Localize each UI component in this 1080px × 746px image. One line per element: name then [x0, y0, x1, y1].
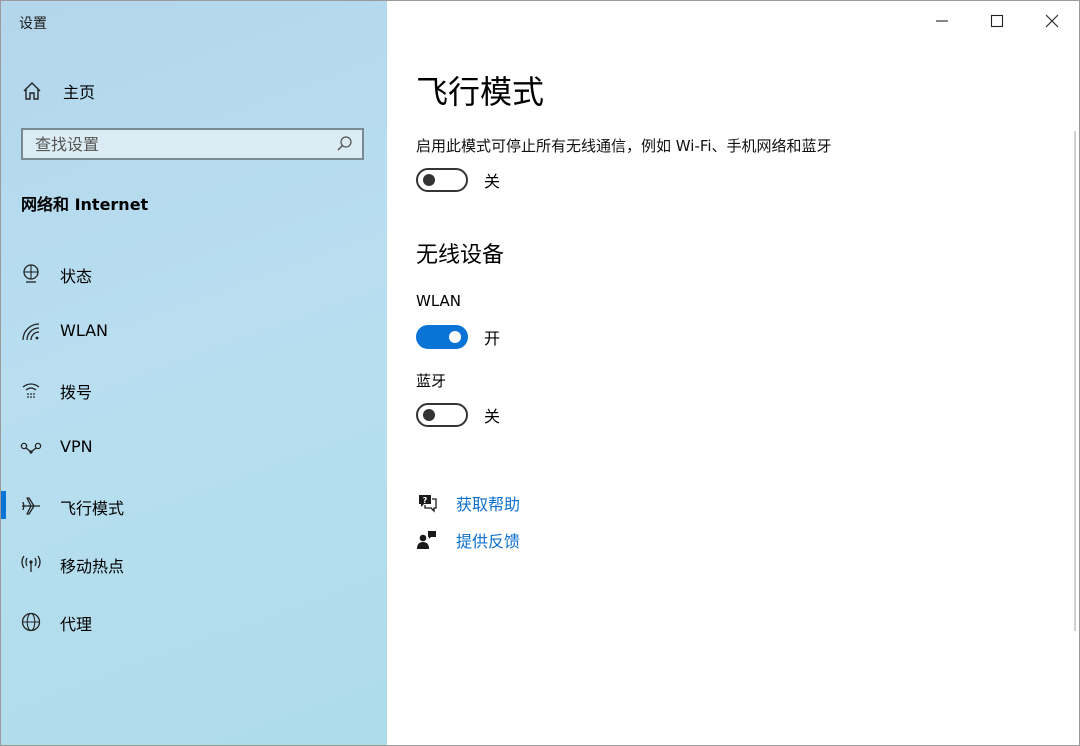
scrollbar[interactable] [1074, 131, 1076, 631]
wlan-label: WLAN [416, 292, 462, 310]
bluetooth-label: 蓝牙 [416, 372, 447, 390]
sidebar: 设置 主页 网络和 Internet 状态 [1, 1, 387, 745]
get-help-label: 获取帮助 [456, 495, 521, 514]
sidebar-item-proxy[interactable]: 代理 [1, 601, 387, 641]
settings-window: 设置 主页 网络和 Internet 状态 [0, 0, 1080, 746]
maximize-button[interactable] [977, 9, 1017, 33]
vpn-icon [20, 442, 42, 454]
bluetooth-toggle[interactable] [416, 403, 468, 427]
home-icon [23, 82, 41, 100]
wlan-toggle[interactable] [416, 325, 468, 349]
wifi-icon [22, 323, 40, 341]
page-title: 飞行模式 [416, 73, 545, 111]
airplane-icon [22, 497, 40, 515]
sidebar-item-wlan[interactable]: WLAN [1, 311, 387, 351]
help-chat-icon: ? [419, 495, 437, 513]
maximize-icon [990, 14, 1004, 28]
hotspot-icon [21, 555, 41, 572]
feedback-icon [417, 531, 436, 549]
airplane-mode-description: 启用此模式可停止所有无线通信，例如 Wi-Fi、手机网络和蓝牙 [416, 137, 832, 155]
wlan-toggle-row: 开 [416, 325, 500, 349]
main-content: 飞行模式 启用此模式可停止所有无线通信，例如 Wi-Fi、手机网络和蓝牙 关 无… [388, 1, 1079, 745]
sidebar-item-hotspot[interactable]: 移动热点 [1, 543, 387, 583]
airplane-mode-state: 关 [484, 172, 501, 191]
give-feedback-label: 提供反馈 [456, 532, 521, 551]
toggle-knob [449, 331, 461, 343]
close-icon [1045, 14, 1059, 28]
search-input[interactable] [23, 130, 345, 158]
section-title: 网络和 Internet [21, 195, 149, 214]
wlan-state: 开 [484, 329, 501, 348]
bluetooth-toggle-row: 关 [416, 403, 500, 427]
globe-icon [21, 612, 41, 632]
sidebar-item-dialup[interactable]: 拨号 [1, 369, 387, 409]
minimize-button[interactable] [922, 9, 962, 33]
sidebar-item-label: VPN [60, 437, 93, 456]
toggle-knob [423, 409, 435, 421]
airplane-mode-toggle-row: 关 [416, 168, 500, 192]
home-nav-item[interactable]: 主页 [21, 77, 95, 105]
sidebar-item-label: 状态 [60, 267, 93, 286]
dialup-icon [22, 383, 40, 398]
toggle-knob [423, 174, 435, 186]
search-box[interactable] [21, 128, 364, 160]
app-title: 设置 [19, 16, 47, 32]
home-label: 主页 [63, 83, 96, 102]
sidebar-item-label: 代理 [60, 615, 93, 634]
minimize-icon [936, 20, 948, 22]
sidebar-item-label: 移动热点 [60, 557, 125, 576]
sidebar-item-status[interactable]: 状态 [1, 253, 387, 293]
svg-text:?: ? [423, 496, 428, 505]
give-feedback-link[interactable]: 提供反馈 [416, 528, 520, 552]
bluetooth-state: 关 [484, 407, 501, 426]
active-indicator [1, 491, 6, 519]
sidebar-item-label: 飞行模式 [60, 499, 125, 518]
get-help-link[interactable]: ? 获取帮助 [416, 491, 520, 515]
globe-status-icon [23, 264, 39, 283]
wireless-devices-heading: 无线设备 [416, 243, 505, 268]
search-icon[interactable] [336, 135, 354, 153]
sidebar-item-airplane-mode[interactable]: 飞行模式 [1, 485, 387, 525]
close-button[interactable] [1032, 9, 1072, 33]
sidebar-item-vpn[interactable]: VPN [1, 427, 387, 467]
sidebar-item-label: 拨号 [60, 383, 93, 402]
sidebar-item-label: WLAN [60, 321, 109, 340]
airplane-mode-toggle[interactable] [416, 168, 468, 192]
